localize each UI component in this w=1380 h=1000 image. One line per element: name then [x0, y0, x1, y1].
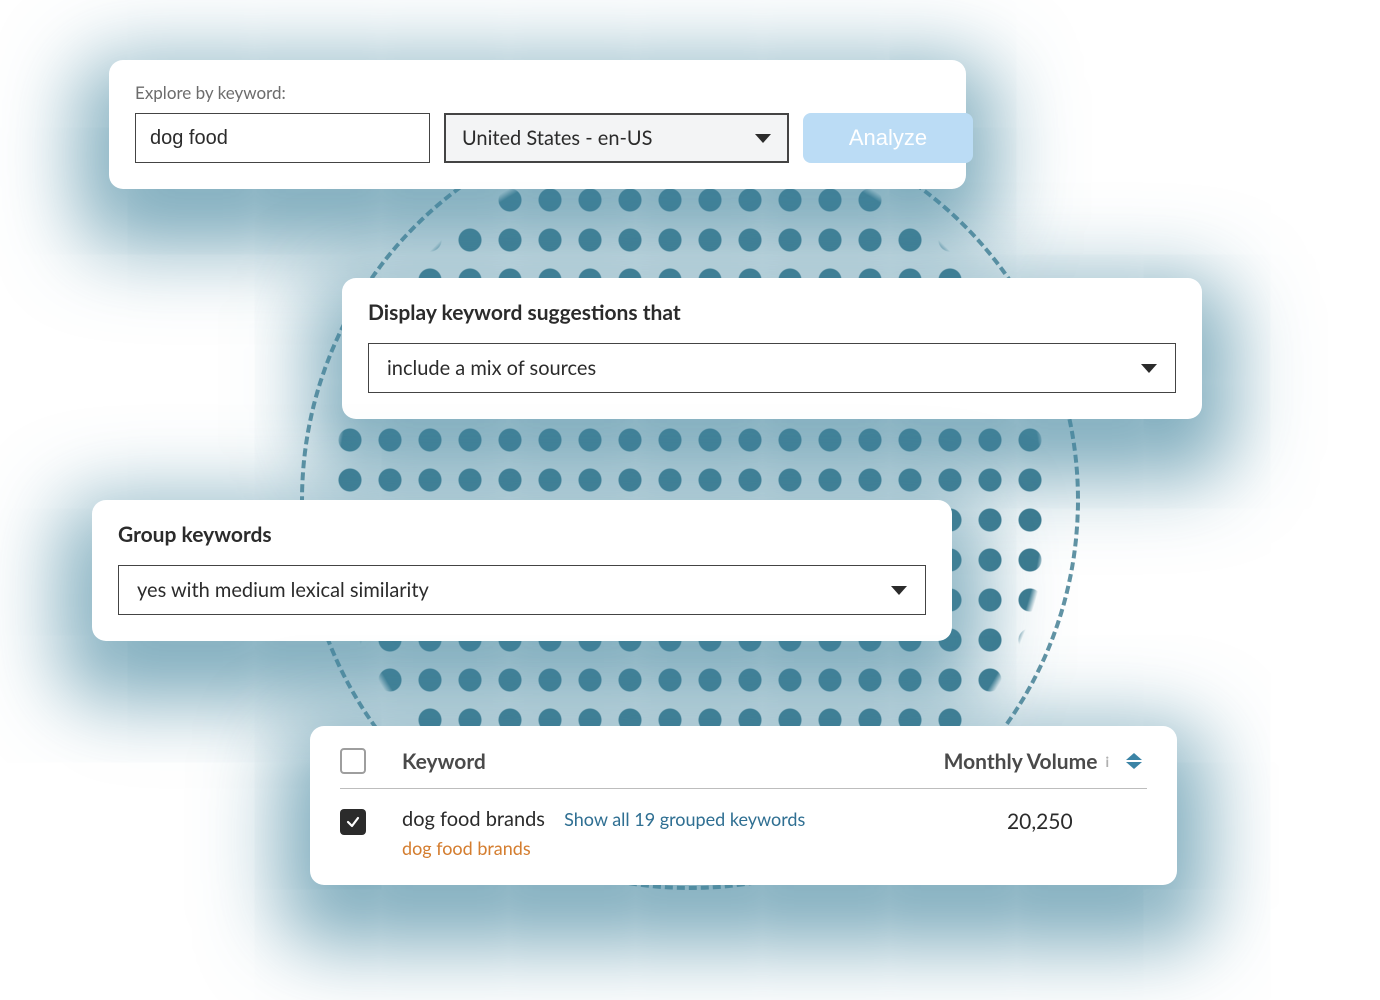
group-heading: Group keywords — [118, 522, 926, 547]
results-card: Keyword Monthly Volume i dog food brands… — [310, 726, 1177, 885]
info-icon[interactable]: i — [1105, 753, 1109, 770]
show-grouped-link[interactable]: Show all 19 grouped keywords — [564, 808, 805, 830]
explore-card: Explore by keyword: United States - en-U… — [109, 60, 966, 189]
select-all-checkbox[interactable] — [340, 748, 366, 774]
row-volume: 20,250 — [1007, 809, 1147, 834]
sort-up-icon — [1126, 753, 1142, 760]
chevron-down-icon — [891, 586, 907, 595]
chevron-down-icon — [1141, 364, 1157, 373]
row-subkeyword: dog food brands — [402, 837, 1007, 859]
column-volume: Monthly Volume — [944, 749, 1098, 774]
group-card: Group keywords yes with medium lexical s… — [92, 500, 952, 641]
table-row: dog food brands Show all 19 grouped keyw… — [340, 807, 1147, 859]
group-select[interactable]: yes with medium lexical similarity — [118, 565, 926, 615]
suggestions-card: Display keyword suggestions that include… — [342, 278, 1202, 419]
analyze-button[interactable]: Analyze — [803, 113, 973, 163]
chevron-down-icon — [755, 134, 771, 143]
suggestions-heading: Display keyword suggestions that — [368, 300, 1176, 325]
sort-down-icon — [1126, 762, 1142, 769]
locale-select[interactable]: United States - en-US — [444, 113, 789, 163]
suggestions-select[interactable]: include a mix of sources — [368, 343, 1176, 393]
check-icon — [346, 815, 360, 829]
keyword-input[interactable] — [135, 113, 430, 163]
column-keyword: Keyword — [402, 749, 944, 774]
row-checkbox[interactable] — [340, 809, 366, 835]
locale-value: United States - en-US — [462, 126, 652, 150]
suggestions-value: include a mix of sources — [387, 356, 596, 380]
sort-toggle[interactable] — [1121, 753, 1147, 769]
explore-label: Explore by keyword: — [135, 82, 940, 103]
row-keyword: dog food brands — [402, 807, 545, 831]
group-value: yes with medium lexical similarity — [137, 578, 429, 602]
